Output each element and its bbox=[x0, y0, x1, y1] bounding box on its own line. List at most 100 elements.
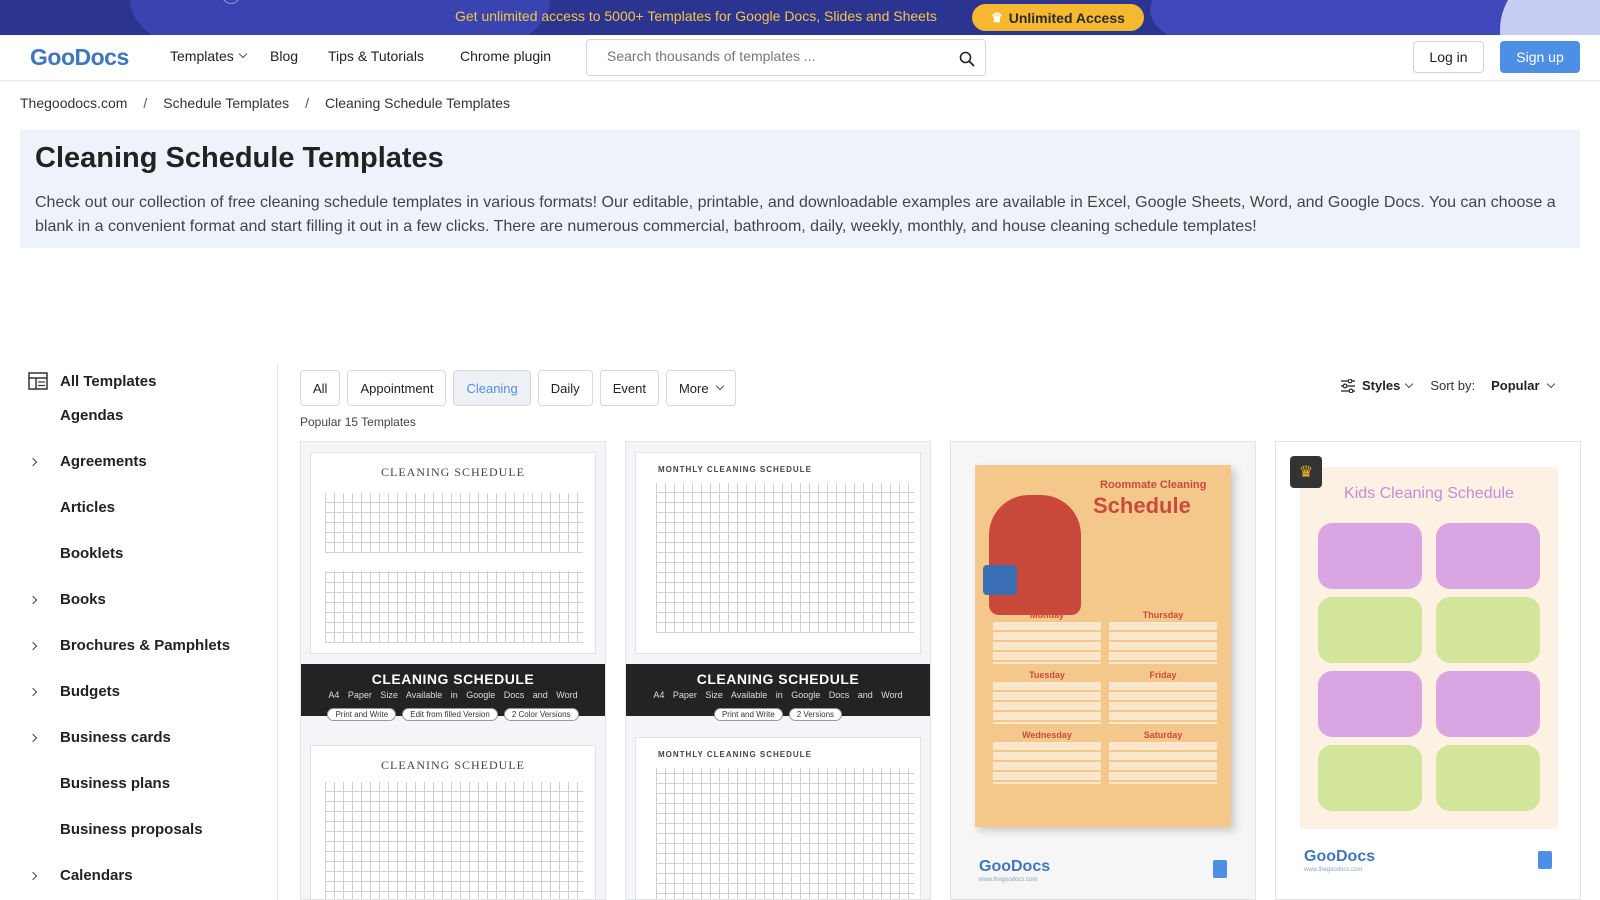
category-sidebar: All Templates Agendas Agreements Articles B… bbox=[20, 365, 278, 900]
sidebar-item-label: Articles bbox=[60, 499, 116, 516]
breadcrumb-home[interactable]: Thegoodocs.com bbox=[20, 95, 127, 111]
chevron-right-icon[interactable] bbox=[28, 733, 38, 743]
chevron-down-icon bbox=[715, 381, 724, 391]
signup-button[interactable]: Sign up bbox=[1500, 41, 1580, 73]
chevron-right-icon[interactable] bbox=[28, 871, 38, 881]
filter-more-label: More bbox=[678, 380, 709, 396]
preview-pills: Print and Write Edit from filled Version… bbox=[301, 708, 605, 721]
sidebar-item-label: Budgets bbox=[60, 683, 120, 700]
template-preview: MONTHLY CLEANING SCHEDULE bbox=[635, 452, 921, 654]
unlimited-access-label: Unlimited Access bbox=[1008, 9, 1125, 26]
template-preview: Roommate Cleaning Schedule Monday Thursd… bbox=[975, 465, 1231, 827]
template-preview: MONTHLY CLEANING SCHEDULE bbox=[635, 737, 921, 899]
sidebar-all-templates[interactable]: All Templates bbox=[28, 372, 156, 390]
sidebar-item-label: Business proposals bbox=[60, 821, 203, 838]
goodocs-logo[interactable]: GooDocs bbox=[30, 44, 129, 71]
day-label: Wednesday bbox=[1022, 730, 1072, 740]
preview-pill: Edit from filled Version bbox=[402, 708, 498, 721]
breadcrumb-separator: / bbox=[305, 95, 310, 111]
sidebar-item[interactable]: Budgets bbox=[20, 677, 270, 707]
google-docs-icon bbox=[1213, 860, 1227, 878]
chevron-down-icon bbox=[1546, 379, 1555, 388]
template-card[interactable]: MONTHLY CLEANING SCHEDULE CLEANING SCHED… bbox=[625, 441, 931, 900]
template-card[interactable]: Kids Cleaning Schedule ♛ GooDocs www.the… bbox=[1275, 441, 1581, 900]
filter-chip-all[interactable]: All bbox=[300, 370, 341, 406]
filter-chip-event[interactable]: Event bbox=[599, 370, 659, 406]
chevron-right-icon[interactable] bbox=[28, 687, 38, 697]
promo-text[interactable]: Get unlimited access to 5000+ Templates … bbox=[455, 8, 937, 24]
nav-templates[interactable]: Templates bbox=[170, 48, 248, 64]
preview-title: CLEANING SCHEDULE bbox=[381, 758, 525, 772]
sort-dropdown[interactable]: Popular bbox=[1491, 378, 1555, 393]
chevron-down-icon bbox=[238, 49, 248, 59]
premium-crown-icon: ♛ bbox=[1290, 456, 1322, 488]
preview-subtitle: Roommate Cleaning bbox=[1100, 479, 1207, 491]
filter-chip-daily[interactable]: Daily bbox=[537, 370, 593, 406]
sort-bar: Styles Sort by: Popular bbox=[1340, 378, 1555, 393]
nav-chrome-plugin[interactable]: Chrome plugin bbox=[460, 48, 551, 64]
login-button[interactable]: Log in bbox=[1413, 41, 1484, 73]
sidebar-item[interactable]: Articles bbox=[20, 493, 270, 523]
chevron-right-icon[interactable] bbox=[28, 457, 38, 467]
schedule-block bbox=[1318, 523, 1422, 589]
sidebar-item[interactable]: Books bbox=[20, 585, 270, 615]
day-label: Thursday bbox=[1142, 610, 1184, 620]
sidebar-item-label: Booklets bbox=[60, 545, 124, 562]
unlimited-access-button[interactable]: ♛ Unlimited Access bbox=[972, 4, 1144, 31]
breadcrumb-schedule-templates[interactable]: Schedule Templates bbox=[163, 95, 289, 111]
sort-label: Sort by: bbox=[1430, 378, 1476, 393]
styles-dropdown[interactable]: Styles bbox=[1340, 378, 1414, 393]
sidebar-item[interactable]: Business cards bbox=[20, 723, 270, 753]
search-icon[interactable] bbox=[959, 51, 975, 67]
preview-pill: 2 Color Versions bbox=[503, 708, 579, 721]
sidebar-item-label: Brochures & Pamphlets bbox=[60, 637, 231, 654]
sidebar-item[interactable]: Agreements bbox=[20, 447, 270, 477]
templates-grid-icon bbox=[28, 372, 48, 390]
preview-grid bbox=[656, 768, 914, 899]
sidebar-item-label: Calendars bbox=[60, 867, 133, 884]
cleaner-illustration bbox=[989, 495, 1081, 615]
nav-templates-label: Templates bbox=[170, 48, 234, 64]
chevron-right-icon[interactable] bbox=[28, 641, 38, 651]
filter-sliders-icon bbox=[1341, 378, 1355, 393]
preview-grid bbox=[325, 493, 583, 553]
preview-banner-subtitle: A4 Paper Size Available in Google Docs a… bbox=[328, 690, 578, 700]
card-footer-url: www.thegoodocs.com bbox=[1304, 867, 1363, 873]
search-input[interactable] bbox=[607, 48, 947, 64]
card-footer-logo: GooDocs bbox=[1304, 848, 1376, 865]
bucket-illustration bbox=[983, 565, 1017, 595]
card-footer-logo: GooDocs bbox=[979, 858, 1051, 875]
nav-tips-tutorials[interactable]: Tips & Tutorials bbox=[328, 48, 424, 64]
nav-blog[interactable]: Blog bbox=[270, 48, 298, 64]
filter-chip-appointment[interactable]: Appointment bbox=[347, 370, 447, 406]
filter-chip-cleaning[interactable]: Cleaning bbox=[453, 370, 531, 406]
sidebar-item-label: Business cards bbox=[60, 729, 171, 746]
sidebar-item[interactable]: Calendars bbox=[20, 861, 270, 891]
template-count: Popular 15 Templates bbox=[300, 415, 416, 429]
sidebar-item[interactable]: Business plans bbox=[20, 769, 270, 799]
sidebar-item[interactable]: Booklets bbox=[20, 539, 270, 569]
search-box bbox=[586, 39, 986, 76]
day-block: Thursday bbox=[1109, 610, 1217, 664]
schedule-block bbox=[1318, 745, 1422, 811]
chevron-right-icon[interactable] bbox=[28, 595, 38, 605]
preview-banner-title: CLEANING SCHEDULE bbox=[696, 671, 860, 687]
sidebar-all-templates-label: All Templates bbox=[60, 372, 157, 390]
sidebar-item[interactable]: Business proposals bbox=[20, 815, 270, 845]
crown-icon: ♛ bbox=[991, 9, 1003, 25]
preview-title: MONTHLY CLEANING SCHEDULE bbox=[658, 465, 812, 474]
preview-grid bbox=[325, 571, 583, 643]
day-block: Friday bbox=[1109, 670, 1217, 724]
sidebar-item[interactable]: Agendas bbox=[20, 401, 270, 431]
sidebar-item-label: Agreements bbox=[60, 453, 147, 470]
sort-value: Popular bbox=[1491, 378, 1540, 393]
sidebar-item[interactable]: Brochures & Pamphlets bbox=[20, 631, 270, 661]
template-card[interactable]: CLEANING SCHEDULE CLEANING SCHEDULE A4 P… bbox=[300, 441, 606, 900]
day-block: Monday bbox=[993, 610, 1101, 664]
schedule-block bbox=[1436, 597, 1540, 663]
day-block: Wednesday bbox=[993, 730, 1101, 784]
filter-more-dropdown[interactable]: More bbox=[665, 370, 736, 406]
preview-grid bbox=[325, 782, 583, 899]
template-card[interactable]: Roommate Cleaning Schedule Monday Thursd… bbox=[950, 441, 1256, 900]
schedule-block bbox=[1436, 745, 1540, 811]
